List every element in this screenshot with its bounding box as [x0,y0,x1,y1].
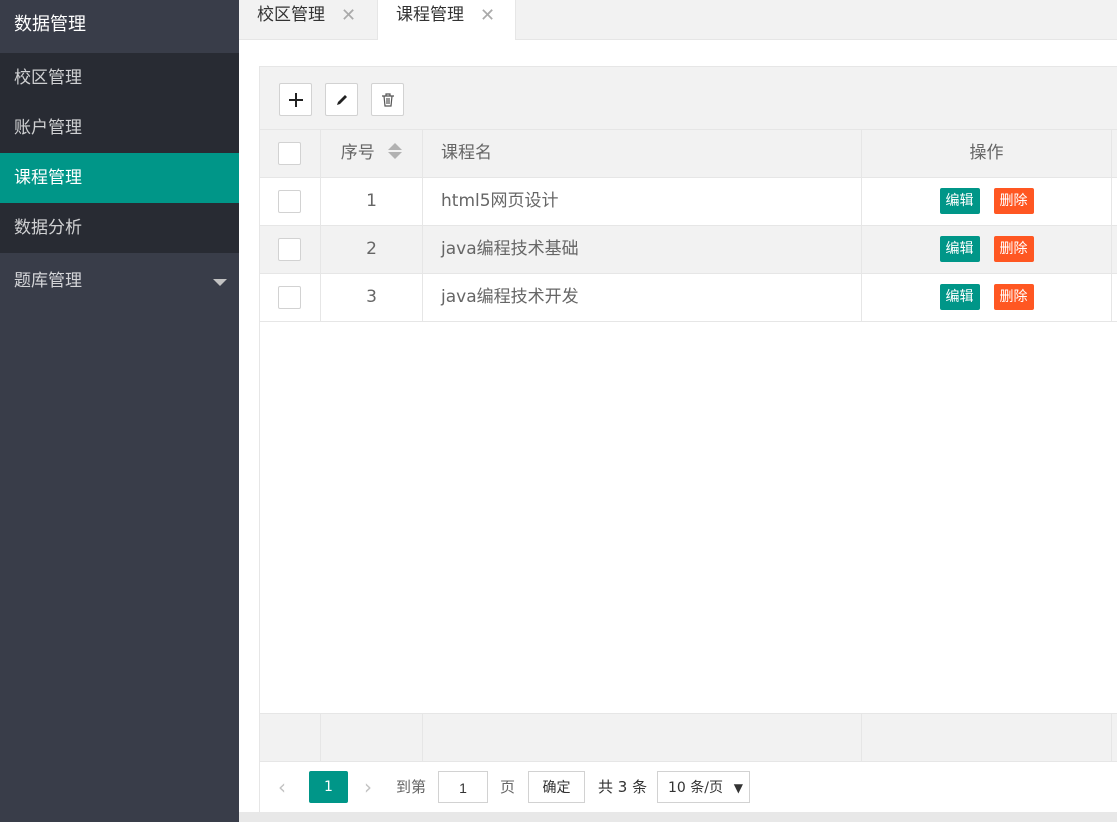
row-check-cell [260,226,321,273]
table-toolbar [260,67,1117,130]
sidebar: 数据管理 校区管理 账户管理 课程管理 数据分析 题库管理 [0,0,239,822]
table-row: 2 java编程技术基础 编辑 删除 [260,226,1117,274]
header-name: 课程名 [423,130,862,177]
table-total-row [260,713,1117,762]
table-panel: 序号 课程名 操作 1 html5网页设计 编辑 删除 2 java编程技术基础… [259,66,1117,812]
confirm-button[interactable]: 确定 [528,771,585,803]
close-icon[interactable]: ✕ [480,1,495,31]
trash-icon [381,92,394,107]
plus-icon [288,92,303,107]
row-checkbox[interactable] [278,190,301,213]
chevron-down-icon: ▼ [733,781,743,795]
total-cell [862,714,1112,761]
delete-row-button[interactable]: 删除 [993,284,1034,310]
total-cell [260,714,321,761]
delete-button[interactable] [371,83,404,116]
table-header: 序号 课程名 操作 [260,130,1117,178]
page-unit-label: 页 [500,778,516,796]
header-op: 操作 [862,130,1112,177]
row-ops: 编辑 删除 [862,274,1112,321]
sidebar-item-question-bank[interactable]: 题库管理 [0,253,239,309]
delete-row-button[interactable]: 删除 [993,188,1034,214]
tab-campus[interactable]: 校区管理 ✕ [239,0,377,40]
goto-label: 到第 [396,778,427,796]
sidebar-title: 数据管理 [0,0,239,53]
header-check-cell [260,130,321,177]
row-name: html5网页设计 [423,178,862,225]
tab-label: 校区管理 [257,5,325,25]
header-num-label: 序号 [340,143,375,163]
row-ops: 编辑 删除 [862,226,1112,273]
course-table: 序号 课程名 操作 1 html5网页设计 编辑 删除 2 java编程技术基础… [260,130,1117,322]
table-row: 3 java编程技术开发 编辑 删除 [260,274,1117,322]
page-size-value: 10 条/页 [668,780,723,796]
edit-row-button[interactable]: 编辑 [939,236,980,262]
close-icon[interactable]: ✕ [341,1,356,31]
total-cell [423,714,862,761]
tab-courses[interactable]: 课程管理 ✕ [377,0,516,41]
row-checkbox[interactable] [278,238,301,261]
sort-icon[interactable] [388,143,403,159]
add-button[interactable] [279,83,312,116]
select-all-checkbox[interactable] [278,142,301,165]
total-count: 共 3 条 [598,778,648,796]
row-num: 3 [321,274,423,321]
row-checkbox[interactable] [278,286,301,309]
sidebar-item-label: 题库管理 [14,271,82,291]
delete-row-button[interactable]: 删除 [993,236,1034,262]
main-content: 序号 课程名 操作 1 html5网页设计 编辑 删除 2 java编程技术基础… [239,40,1117,812]
current-page-button[interactable]: 1 [309,771,348,803]
pagination: ‹ 1 › 到第 1 页 确定 共 3 条 10 条/页 ▼ [260,762,1117,811]
sidebar-item-analytics[interactable]: 数据分析 [0,203,239,253]
row-num: 1 [321,178,423,225]
page-size-select[interactable]: 10 条/页 ▼ [657,771,750,803]
app: 数据管理 校区管理 账户管理 课程管理 数据分析 题库管理 校区管理 ✕ 课程管… [0,0,1117,822]
row-name: java编程技术基础 [423,226,862,273]
table-row: 1 html5网页设计 编辑 删除 [260,178,1117,226]
edit-row-button[interactable]: 编辑 [939,284,980,310]
edit-button[interactable] [325,83,358,116]
sidebar-item-campus[interactable]: 校区管理 [0,53,239,103]
sidebar-item-courses[interactable]: 课程管理 [0,153,239,203]
total-cell [321,714,423,761]
sidebar-item-accounts[interactable]: 账户管理 [0,103,239,153]
prev-page-icon[interactable]: ‹ [278,771,286,803]
tab-bar: 校区管理 ✕ 课程管理 ✕ [239,0,1117,41]
row-name: java编程技术开发 [423,274,862,321]
header-num[interactable]: 序号 [321,130,423,177]
row-check-cell [260,178,321,225]
edit-row-button[interactable]: 编辑 [939,188,980,214]
caret-down-icon [213,279,227,286]
tab-label: 课程管理 [396,5,464,25]
next-page-icon[interactable]: › [364,771,372,803]
pencil-icon [336,94,347,105]
goto-page-input[interactable]: 1 [438,771,488,803]
horizontal-scrollbar[interactable] [239,812,1117,822]
row-check-cell [260,274,321,321]
row-ops: 编辑 删除 [862,178,1112,225]
row-num: 2 [321,226,423,273]
